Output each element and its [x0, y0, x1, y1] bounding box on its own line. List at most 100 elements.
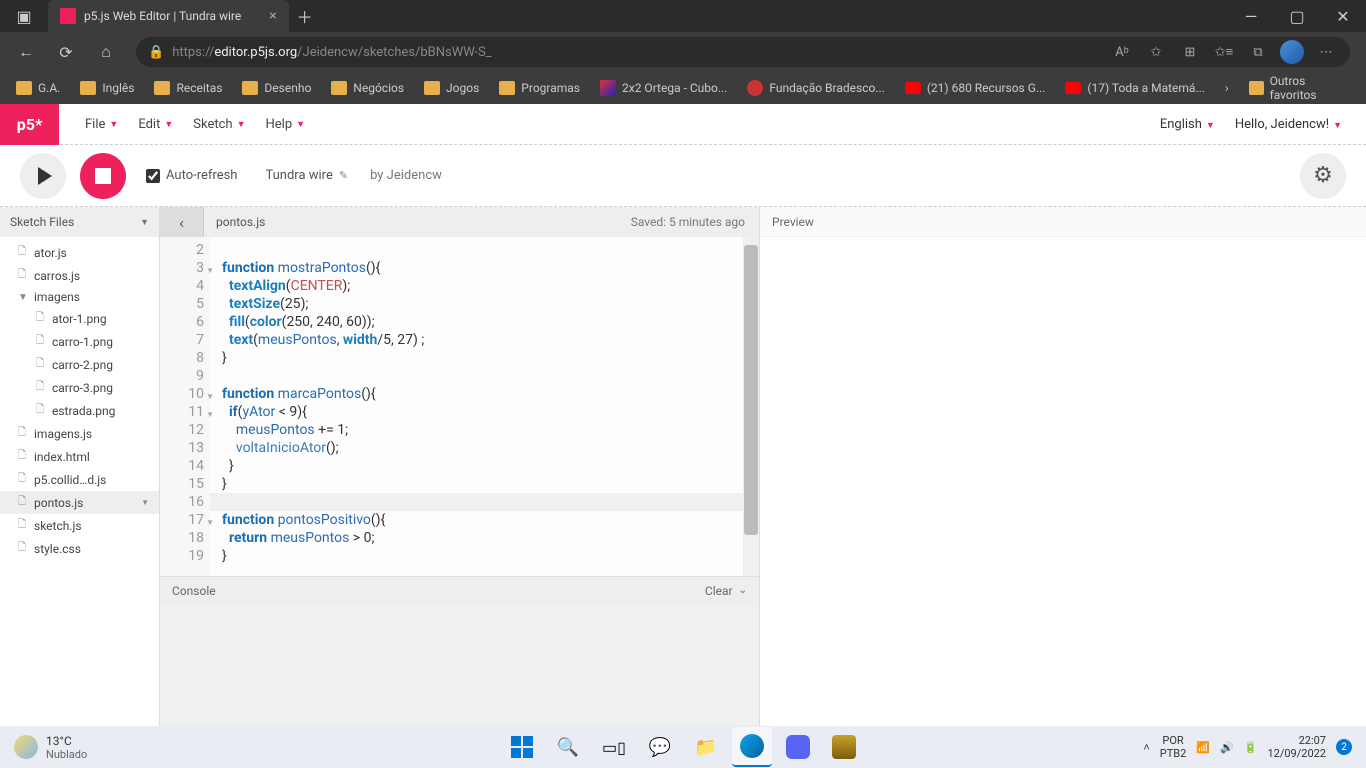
refresh-button[interactable]: ⟳ — [48, 36, 84, 68]
menu-file[interactable]: File▼ — [75, 111, 128, 138]
sidebar-header[interactable]: Sketch Files ▼ — [0, 207, 159, 237]
file-item-estrada-png[interactable]: 🗋 estrada.png — [0, 399, 159, 422]
chevron-down-icon[interactable]: ▼ — [140, 217, 149, 228]
explorer-button[interactable]: 📁 — [686, 727, 726, 767]
chat-button[interactable]: 💬 — [640, 727, 680, 767]
bookmark-item[interactable]: 2x2 Ortega - Cubo... — [592, 76, 735, 100]
run-button[interactable] — [20, 153, 66, 199]
file-item-imagens-js[interactable]: 🗋imagens.js — [0, 422, 159, 445]
auto-refresh-checkbox[interactable] — [146, 169, 160, 183]
file-item-ator-js[interactable]: 🗋ator.js — [0, 241, 159, 264]
league-button[interactable] — [824, 727, 864, 767]
minimize-button[interactable]: ― — [1228, 0, 1274, 32]
battery-icon[interactable]: 🔋 — [1244, 741, 1258, 754]
settings-button[interactable]: ⚙ — [1300, 153, 1346, 199]
task-view-button[interactable]: ▭▯ — [594, 727, 634, 767]
bookmark-item[interactable]: Negócios — [323, 77, 412, 99]
file-item-carro-1-png[interactable]: 🗋carro-1.png — [0, 330, 159, 353]
close-tab-icon[interactable]: × — [269, 8, 276, 24]
file-item-ator-1-png[interactable]: 🗋ator-1.png — [0, 307, 159, 330]
url-scheme: https:// — [172, 45, 214, 60]
browser-tab-active[interactable]: p5.js Web Editor | Tundra wire × — [48, 0, 289, 32]
extensions-icon[interactable]: ⊞ — [1178, 45, 1202, 60]
edge-button[interactable] — [732, 727, 772, 767]
url-path: /Jeidencw/sketches/bBNsWW-S_ — [297, 45, 491, 60]
file-icon: 🗋 — [36, 402, 46, 419]
folder-icon — [499, 81, 515, 95]
file-name: ator.js — [34, 246, 67, 260]
bookmark-item[interactable]: Inglês — [72, 77, 142, 99]
close-window-button[interactable]: ✕ — [1320, 0, 1366, 32]
auto-refresh-toggle[interactable]: Auto-refresh — [146, 168, 237, 183]
menu-edit[interactable]: Edit▼ — [128, 111, 183, 138]
file-name: carro-3.png — [52, 381, 113, 395]
collapse-sidebar-button[interactable]: ‹ — [160, 207, 204, 237]
file-item-p5-collid-d-js[interactable]: 🗋p5.collid…d.js — [0, 468, 159, 491]
home-button[interactable]: ⌂ — [88, 36, 124, 68]
file-item-imagens[interactable]: ▼imagens — [0, 287, 159, 307]
file-item-pontos-js[interactable]: 🗋pontos.js▼ — [0, 491, 159, 514]
preview-label: Preview — [772, 215, 814, 229]
bookmark-item[interactable]: (21) 680 Recursos G... — [897, 77, 1054, 99]
menu-help[interactable]: Help▼ — [255, 111, 315, 138]
code-lines[interactable]: function mostraPontos(){ textAlign(CENTE… — [210, 237, 759, 576]
discord-button[interactable] — [778, 727, 818, 767]
console-header[interactable]: Console Clear ⌄ — [160, 576, 759, 604]
sketch-name[interactable]: Tundra wire ✎ — [265, 168, 348, 183]
notification-badge[interactable]: 2 — [1336, 739, 1352, 755]
more-icon[interactable]: ⋯ — [1314, 45, 1338, 60]
lang-line1[interactable]: POR — [1160, 734, 1187, 747]
more-bookmarks-icon[interactable]: › — [1217, 81, 1237, 95]
file-item-carro-3-png[interactable]: 🗋carro-3.png — [0, 376, 159, 399]
active-file-tab[interactable]: pontos.js — [204, 215, 277, 229]
bookmark-item[interactable]: Desenho — [234, 77, 319, 99]
file-item-style-css[interactable]: 🗋style.css — [0, 537, 159, 560]
sidebar-title: Sketch Files — [10, 215, 74, 229]
file-icon: 🗋 — [18, 425, 28, 442]
read-aloud-icon[interactable]: Aᵇ — [1110, 44, 1134, 60]
bookmark-item[interactable]: Fundação Bradesco... — [739, 76, 892, 100]
bookmark-item[interactable]: Receitas — [146, 77, 230, 99]
lang-line2[interactable]: PTB2 — [1160, 747, 1187, 760]
chevron-down-icon[interactable]: ▼ — [141, 498, 149, 507]
favorite-icon[interactable]: ✩ — [1144, 45, 1168, 60]
date: 12/09/2022 — [1267, 747, 1326, 760]
new-tab-button[interactable]: ＋ — [289, 0, 321, 32]
code-editor[interactable]: 23▼45678910▼11▼121314151617▼1819 functio… — [160, 237, 759, 576]
bookmark-receitas: Receitas — [176, 81, 222, 95]
maximize-button[interactable]: ▢ — [1274, 0, 1320, 32]
scroll-thumb[interactable] — [744, 245, 758, 535]
vertical-scrollbar[interactable] — [743, 237, 759, 576]
collections-icon[interactable]: ⧉ — [1246, 45, 1270, 60]
weather-widget[interactable]: 13°C Nublado — [0, 734, 87, 761]
file-item-carros-js[interactable]: 🗋carros.js — [0, 264, 159, 287]
file-item-index-html[interactable]: 🗋index.html — [0, 445, 159, 468]
language-selector[interactable]: English▼ — [1160, 117, 1215, 132]
file-icon: 🗋 — [18, 540, 28, 557]
other-favorites[interactable]: Outros favoritos — [1241, 70, 1358, 106]
tab-title: p5.js Web Editor | Tundra wire — [84, 9, 241, 23]
file-item-carro-2-png[interactable]: 🗋carro-2.png — [0, 353, 159, 376]
stop-button[interactable] — [80, 153, 126, 199]
console-clear-button[interactable]: Clear ⌄ — [705, 584, 747, 598]
bookmark-item[interactable]: (17) Toda a Matemá... — [1057, 77, 1213, 99]
p5-logo[interactable]: p5* — [0, 104, 59, 145]
bookmark-item[interactable]: Jogos — [416, 77, 487, 99]
tab-actions-icon[interactable]: ▣ — [0, 0, 48, 32]
tray-expand-icon[interactable]: ˄ — [1143, 741, 1149, 754]
clock[interactable]: 22:07 12/09/2022 — [1267, 734, 1326, 760]
file-name: estrada.png — [52, 404, 115, 418]
back-button[interactable]: ← — [8, 36, 44, 68]
volume-icon[interactable]: 🔊 — [1220, 741, 1234, 754]
favorites-list-icon[interactable]: ✩≡ — [1212, 44, 1236, 60]
address-bar[interactable]: 🔒 https://editor.p5js.org/Jeidencw/sketc… — [136, 37, 1350, 67]
menu-sketch[interactable]: Sketch▼ — [183, 111, 255, 138]
bookmark-item[interactable]: G.A. — [8, 77, 68, 99]
start-button[interactable] — [502, 727, 542, 767]
user-greeting[interactable]: Hello, Jeidencw!▼ — [1235, 117, 1342, 132]
file-item-sketch-js[interactable]: 🗋sketch.js — [0, 514, 159, 537]
wifi-icon[interactable]: 📶 — [1196, 741, 1210, 754]
search-button[interactable]: 🔍 — [548, 727, 588, 767]
bookmark-item[interactable]: Programas — [491, 77, 588, 99]
profile-icon[interactable] — [1280, 40, 1304, 64]
